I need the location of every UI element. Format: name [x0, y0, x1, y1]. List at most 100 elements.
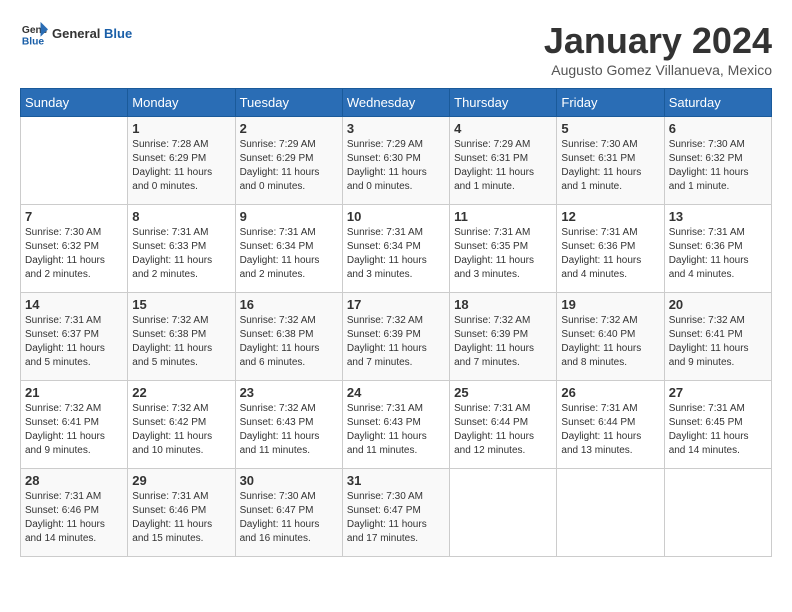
title-section: January 2024 Augusto Gomez Villanueva, M… [544, 20, 772, 78]
day-info: Sunrise: 7:31 AM Sunset: 6:46 PM Dayligh… [25, 490, 123, 546]
header: General Blue General Blue January 2024 A… [20, 20, 772, 78]
calendar-table: SundayMondayTuesdayWednesdayThursdayFrid… [20, 88, 772, 557]
day-cell: 14 Sunrise: 7:31 AM Sunset: 6:37 PM Dayli… [21, 293, 128, 381]
day-cell: 2 Sunrise: 7:29 AM Sunset: 6:29 PM Daylig… [235, 117, 342, 205]
day-cell: 7 Sunrise: 7:30 AM Sunset: 6:32 PM Daylig… [21, 205, 128, 293]
day-info: Sunrise: 7:31 AM Sunset: 6:37 PM Dayligh… [25, 314, 123, 370]
day-number: 25 [454, 385, 552, 400]
day-cell [450, 469, 557, 557]
day-cell: 16 Sunrise: 7:32 AM Sunset: 6:38 PM Dayli… [235, 293, 342, 381]
day-number: 16 [240, 297, 338, 312]
day-cell: 20Sunrise: 7:32 AM Sunset: 6:41 PM Dayli… [664, 293, 771, 381]
day-number: 27 [669, 385, 767, 400]
day-info: Sunrise: 7:32 AM Sunset: 6:42 PM Dayligh… [132, 402, 230, 458]
day-cell: 21Sunrise: 7:32 AM Sunset: 6:41 PM Dayli… [21, 381, 128, 469]
day-info: Sunrise: 7:32 AM Sunset: 6:38 PM Dayligh… [240, 314, 338, 370]
day-number: 7 [25, 209, 123, 224]
week-row-1: 1Sunrise: 7:28 AM Sunset: 6:29 PM Daylig… [21, 117, 772, 205]
weekday-header-friday: Friday [557, 89, 664, 117]
day-cell: 10Sunrise: 7:31 AM Sunset: 6:34 PM Dayli… [342, 205, 449, 293]
day-number: 6 [669, 121, 767, 136]
day-number: 9 [240, 209, 338, 224]
day-cell [21, 117, 128, 205]
day-info: Sunrise: 7:30 AM Sunset: 6:47 PM Dayligh… [240, 490, 338, 546]
day-number: 22 [132, 385, 230, 400]
svg-text:Blue: Blue [22, 36, 45, 47]
day-cell: 23Sunrise: 7:32 AM Sunset: 6:43 PM Dayli… [235, 381, 342, 469]
day-cell: 6 Sunrise: 7:30 AM Sunset: 6:32 PM Daylig… [664, 117, 771, 205]
day-cell: 18 Sunrise: 7:32 AM Sunset: 6:39 PM Dayli… [450, 293, 557, 381]
day-cell: 5Sunrise: 7:30 AM Sunset: 6:31 PM Daylig… [557, 117, 664, 205]
day-number: 4 [454, 121, 552, 136]
day-number: 19 [561, 297, 659, 312]
day-cell [664, 469, 771, 557]
day-cell: 3 Sunrise: 7:29 AM Sunset: 6:30 PM Daylig… [342, 117, 449, 205]
day-info: Sunrise: 7:32 AM Sunset: 6:39 PM Dayligh… [454, 314, 552, 370]
day-number: 21 [25, 385, 123, 400]
week-row-5: 28 Sunrise: 7:31 AM Sunset: 6:46 PM Dayli… [21, 469, 772, 557]
day-number: 14 [25, 297, 123, 312]
day-info: Sunrise: 7:30 AM Sunset: 6:32 PM Dayligh… [25, 226, 123, 282]
day-info: Sunrise: 7:32 AM Sunset: 6:40 PM Dayligh… [561, 314, 659, 370]
day-number: 18 [454, 297, 552, 312]
day-number: 10 [347, 209, 445, 224]
weekday-header-monday: Monday [128, 89, 235, 117]
day-cell: 22 Sunrise: 7:32 AM Sunset: 6:42 PM Dayli… [128, 381, 235, 469]
day-cell: 12 Sunrise: 7:31 AM Sunset: 6:36 PM Dayli… [557, 205, 664, 293]
day-cell: 28 Sunrise: 7:31 AM Sunset: 6:46 PM Dayli… [21, 469, 128, 557]
day-info: Sunrise: 7:32 AM Sunset: 6:39 PM Dayligh… [347, 314, 445, 370]
day-info: Sunrise: 7:29 AM Sunset: 6:29 PM Dayligh… [240, 138, 338, 194]
day-info: Sunrise: 7:31 AM Sunset: 6:44 PM Dayligh… [454, 402, 552, 458]
day-cell: 25 Sunrise: 7:31 AM Sunset: 6:44 PM Dayli… [450, 381, 557, 469]
day-info: Sunrise: 7:31 AM Sunset: 6:44 PM Dayligh… [561, 402, 659, 458]
day-cell: 30 Sunrise: 7:30 AM Sunset: 6:47 PM Dayli… [235, 469, 342, 557]
day-info: Sunrise: 7:31 AM Sunset: 6:35 PM Dayligh… [454, 226, 552, 282]
day-info: Sunrise: 7:29 AM Sunset: 6:30 PM Dayligh… [347, 138, 445, 194]
logo-icon: General Blue [20, 20, 48, 48]
day-info: Sunrise: 7:31 AM Sunset: 6:45 PM Dayligh… [669, 402, 767, 458]
weekday-header-tuesday: Tuesday [235, 89, 342, 117]
calendar-subtitle: Augusto Gomez Villanueva, Mexico [544, 62, 772, 78]
day-number: 12 [561, 209, 659, 224]
day-info: Sunrise: 7:31 AM Sunset: 6:34 PM Dayligh… [240, 226, 338, 282]
day-cell: 13 Sunrise: 7:31 AM Sunset: 6:36 PM Dayli… [664, 205, 771, 293]
week-row-2: 7 Sunrise: 7:30 AM Sunset: 6:32 PM Daylig… [21, 205, 772, 293]
weekday-header-sunday: Sunday [21, 89, 128, 117]
day-number: 31 [347, 473, 445, 488]
logo-general: General [52, 26, 100, 41]
day-number: 26 [561, 385, 659, 400]
day-number: 24 [347, 385, 445, 400]
day-cell: 29 Sunrise: 7:31 AM Sunset: 6:46 PM Dayli… [128, 469, 235, 557]
day-cell: 9 Sunrise: 7:31 AM Sunset: 6:34 PM Daylig… [235, 205, 342, 293]
day-number: 30 [240, 473, 338, 488]
day-cell: 26 Sunrise: 7:31 AM Sunset: 6:44 PM Dayli… [557, 381, 664, 469]
day-number: 13 [669, 209, 767, 224]
weekday-header-wednesday: Wednesday [342, 89, 449, 117]
day-number: 5 [561, 121, 659, 136]
calendar-header: SundayMondayTuesdayWednesdayThursdayFrid… [21, 89, 772, 117]
day-cell: 8Sunrise: 7:31 AM Sunset: 6:33 PM Daylig… [128, 205, 235, 293]
week-row-3: 14 Sunrise: 7:31 AM Sunset: 6:37 PM Dayli… [21, 293, 772, 381]
weekday-header-saturday: Saturday [664, 89, 771, 117]
day-number: 15 [132, 297, 230, 312]
day-cell: 27 Sunrise: 7:31 AM Sunset: 6:45 PM Dayli… [664, 381, 771, 469]
day-info: Sunrise: 7:31 AM Sunset: 6:36 PM Dayligh… [561, 226, 659, 282]
day-number: 29 [132, 473, 230, 488]
day-cell: 31 Sunrise: 7:30 AM Sunset: 6:47 PM Dayli… [342, 469, 449, 557]
day-number: 2 [240, 121, 338, 136]
day-info: Sunrise: 7:30 AM Sunset: 6:47 PM Dayligh… [347, 490, 445, 546]
day-info: Sunrise: 7:31 AM Sunset: 6:36 PM Dayligh… [669, 226, 767, 282]
day-number: 3 [347, 121, 445, 136]
day-cell: 4Sunrise: 7:29 AM Sunset: 6:31 PM Daylig… [450, 117, 557, 205]
day-info: Sunrise: 7:32 AM Sunset: 6:43 PM Dayligh… [240, 402, 338, 458]
day-number: 8 [132, 209, 230, 224]
day-info: Sunrise: 7:31 AM Sunset: 6:46 PM Dayligh… [132, 490, 230, 546]
week-row-4: 21Sunrise: 7:32 AM Sunset: 6:41 PM Dayli… [21, 381, 772, 469]
day-number: 28 [25, 473, 123, 488]
day-cell: 11Sunrise: 7:31 AM Sunset: 6:35 PM Dayli… [450, 205, 557, 293]
calendar-title: January 2024 [544, 20, 772, 62]
day-cell: 19 Sunrise: 7:32 AM Sunset: 6:40 PM Dayli… [557, 293, 664, 381]
calendar-body: 1Sunrise: 7:28 AM Sunset: 6:29 PM Daylig… [21, 117, 772, 557]
day-info: Sunrise: 7:32 AM Sunset: 6:41 PM Dayligh… [669, 314, 767, 370]
day-info: Sunrise: 7:30 AM Sunset: 6:32 PM Dayligh… [669, 138, 767, 194]
